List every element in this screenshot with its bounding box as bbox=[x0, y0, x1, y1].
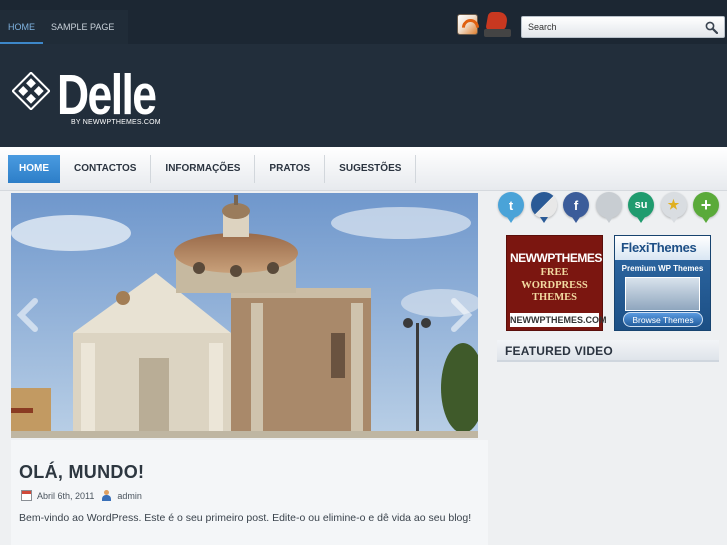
bookmark-shape bbox=[485, 12, 509, 30]
nav-item-pratos[interactable]: PRATOS bbox=[255, 155, 326, 183]
nav-item-informacoes[interactable]: INFORMAÇÕES bbox=[151, 155, 256, 183]
post-meta: Abril 6th, 2011 admin bbox=[21, 490, 142, 501]
ad-newwp-line-free: FREE bbox=[540, 267, 569, 278]
search-box bbox=[521, 16, 725, 38]
ad-newwp-text: FREE WORDPRESS THEMES bbox=[507, 267, 602, 305]
nav-item-home[interactable]: HOME bbox=[8, 155, 60, 183]
slider-next-arrow-icon[interactable] bbox=[446, 297, 476, 333]
search-input[interactable] bbox=[522, 17, 692, 37]
top-nav-sample-page[interactable]: SAMPLE PAGE bbox=[43, 10, 128, 44]
browse-themes-button[interactable]: Browse Themes bbox=[623, 312, 703, 327]
stumbleupon-icon[interactable]: su bbox=[628, 192, 654, 223]
digg-icon[interactable] bbox=[595, 192, 622, 223]
favorite-star-icon[interactable]: ★ bbox=[660, 192, 687, 223]
bookmark-base bbox=[484, 29, 511, 37]
site-logo-byline: BY NEWWPTHEMES.COM bbox=[71, 119, 161, 126]
flexithemes-ad[interactable]: FlexiThemes Premium WP Themes Browse The… bbox=[614, 235, 711, 331]
logo-diamond-icon[interactable] bbox=[12, 72, 50, 110]
featured-video-heading: FEATURED VIDEO bbox=[497, 340, 719, 362]
featured-slider bbox=[11, 193, 478, 438]
nav-item-contactos[interactable]: CONTACTOS bbox=[60, 155, 152, 183]
delicious-icon[interactable] bbox=[530, 192, 557, 223]
site-header: Delle BY NEWWPTHEMES.COM bbox=[0, 44, 727, 147]
featured-video-title: FEATURED VIDEO bbox=[505, 344, 613, 358]
add-plus-icon[interactable]: + bbox=[693, 192, 719, 223]
top-bar: HOME SAMPLE PAGE bbox=[0, 0, 727, 44]
slider-church-image bbox=[11, 193, 478, 438]
top-nav: HOME SAMPLE PAGE bbox=[0, 10, 129, 44]
ad-newwp-url: NEWWPTHEMES.COM bbox=[510, 313, 607, 327]
post-title[interactable]: OLÁ, MUNDO! bbox=[19, 462, 144, 483]
site-logo-title[interactable]: Delle bbox=[57, 65, 157, 125]
ad-newwp-line-wordpress: WORDPRESS bbox=[521, 279, 588, 291]
post-date: Abril 6th, 2011 bbox=[37, 490, 95, 501]
twitter-icon[interactable]: t bbox=[498, 192, 524, 223]
ad-newwp-line-themes: THEMES bbox=[532, 292, 577, 303]
post-excerpt: Bem-vindo ao WordPress. Este é o seu pri… bbox=[19, 512, 472, 524]
ad-flexi-title: FlexiThemes bbox=[621, 240, 697, 255]
bookmark-icon[interactable] bbox=[484, 12, 511, 38]
calendar-icon bbox=[21, 490, 32, 501]
ad-flexi-screenshot bbox=[625, 277, 700, 311]
top-nav-home[interactable]: HOME bbox=[0, 10, 43, 44]
slider-prev-arrow-icon[interactable] bbox=[13, 297, 43, 333]
nav-item-sugestoes[interactable]: SUGESTÕES bbox=[325, 155, 417, 183]
search-icon[interactable] bbox=[705, 21, 718, 34]
ad-newwp-brand: NEWWPTHEMES bbox=[510, 251, 602, 265]
facebook-icon[interactable]: f bbox=[563, 192, 589, 223]
post-entry: OLÁ, MUNDO! Abril 6th, 2011 admin Bem-vi… bbox=[11, 440, 488, 545]
ad-flexi-subtitle: Premium WP Themes bbox=[621, 264, 704, 273]
user-icon bbox=[101, 490, 112, 501]
social-icons: t f su ★ + bbox=[498, 192, 719, 223]
newwpthemes-ad[interactable]: NEWWPTHEMES FREE WORDPRESS THEMES NEWWPT… bbox=[506, 235, 607, 331]
rss-feed-icon[interactable] bbox=[457, 14, 478, 35]
main-nav: HOME CONTACTOS INFORMAÇÕES PRATOS SUGEST… bbox=[0, 147, 727, 191]
post-author[interactable]: admin bbox=[117, 491, 142, 501]
